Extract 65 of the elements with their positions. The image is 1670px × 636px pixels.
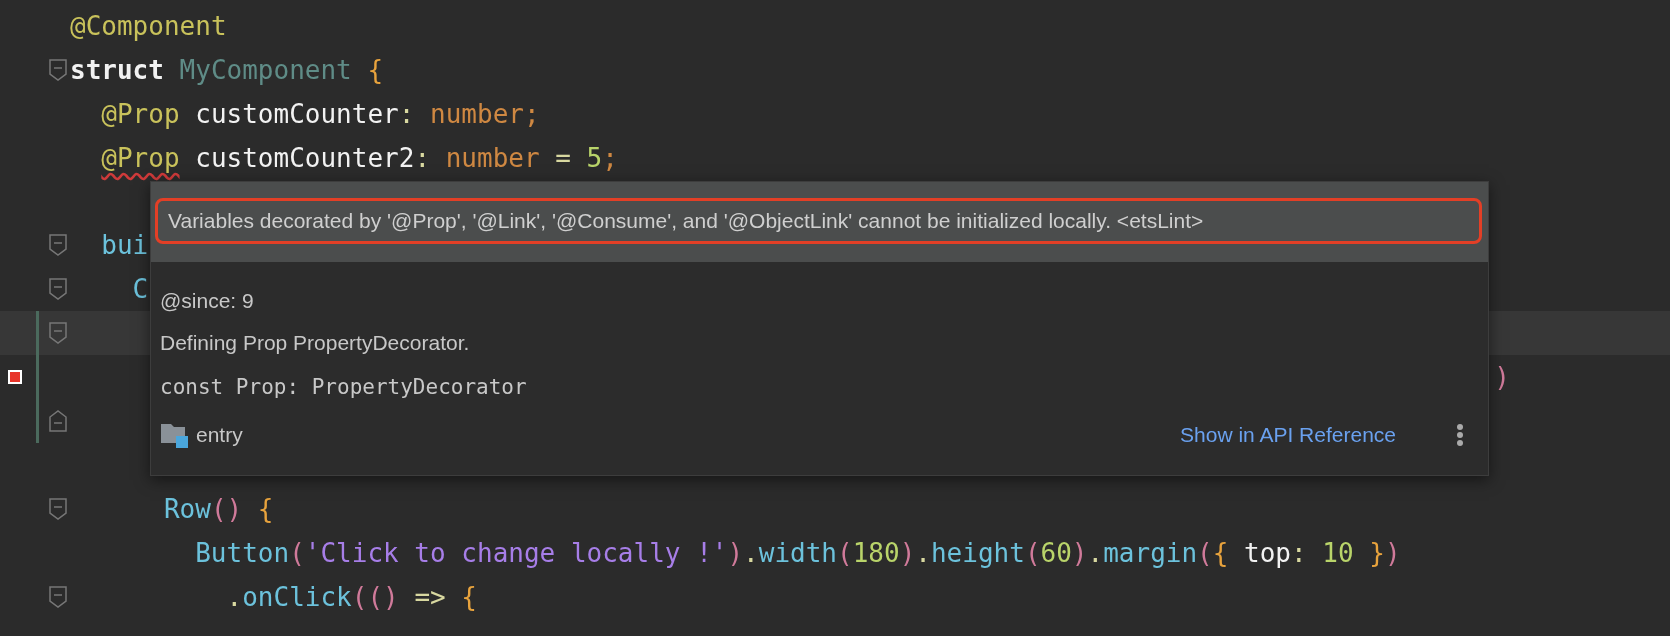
- code-token: {: [1212, 537, 1229, 568]
- code-token: C: [132, 274, 149, 305]
- code-token: margin: [1103, 537, 1198, 568]
- code-token: (): [210, 493, 243, 524]
- code-token: bui: [101, 230, 149, 261]
- code-token: 180: [852, 537, 900, 568]
- folder-icon: [160, 421, 190, 449]
- api-reference-link[interactable]: Show in API Reference: [1180, 423, 1396, 447]
- breakpoint-marker[interactable]: [8, 370, 22, 385]
- code-token: }: [1368, 537, 1385, 568]
- fold-icon[interactable]: [47, 584, 68, 609]
- code-token: customCounter: [194, 98, 399, 129]
- code-token: :: [414, 142, 431, 173]
- code-token: (: [289, 537, 305, 568]
- fold-icon[interactable]: [47, 496, 68, 521]
- more-icon[interactable]: [1456, 423, 1464, 447]
- lint-message: Variables decorated by '@Prop', '@Link', '@Consume', and '@ObjectLink' cannot be initialized locally. <etsLint>: [155, 198, 1482, 244]
- fold-icon[interactable]: [47, 233, 68, 258]
- code-token: :: [1291, 537, 1307, 568]
- code-token: MyComponent: [178, 54, 352, 85]
- fold-icon[interactable]: [47, 277, 68, 302]
- code-token: =>: [413, 581, 446, 612]
- fold-icon[interactable]: [47, 408, 68, 433]
- code-token: Row: [163, 493, 211, 524]
- description-text: Defining Prop PropertyDecorator.: [160, 330, 471, 356]
- code-token: ): [1071, 537, 1088, 568]
- code-token: @Prop: [101, 142, 180, 173]
- code-token: ;: [602, 142, 618, 173]
- code-token: number;: [429, 98, 540, 129]
- code-token: top: [1243, 537, 1292, 568]
- code-token: @Prop: [101, 98, 180, 129]
- module-name: entry: [196, 423, 243, 447]
- code-token: ): [727, 537, 744, 568]
- fold-icon[interactable]: [47, 321, 68, 346]
- code-token: 60: [1040, 537, 1072, 568]
- code-token: height: [930, 537, 1025, 568]
- code-token: 10: [1321, 537, 1354, 568]
- code-token: :: [398, 98, 415, 129]
- code-token: 'Click to change locally !': [304, 537, 728, 568]
- code-token: customCounter2: [194, 142, 415, 173]
- fold-icon[interactable]: [47, 57, 68, 82]
- code-token: .: [1087, 537, 1104, 568]
- code-token: onClick: [242, 581, 352, 612]
- code-token: ): [1384, 537, 1401, 568]
- code-token: (: [837, 537, 853, 568]
- code-token: .: [915, 537, 931, 568]
- code-token: @Component: [70, 10, 227, 41]
- code-token: number: [444, 142, 540, 173]
- code-token: (: [1197, 537, 1213, 568]
- code-token: ): [899, 537, 916, 568]
- code-token: .: [743, 537, 759, 568]
- code-token: struct: [70, 54, 164, 85]
- code-token: .: [226, 581, 243, 612]
- code-token: width: [758, 537, 838, 568]
- code-token: ): [1494, 362, 1510, 393]
- code-token: 5: [585, 142, 603, 173]
- signature-text: const Prop: PropertyDecorator: [160, 374, 528, 401]
- code-token: {: [460, 581, 477, 612]
- code-token: Button: [195, 537, 290, 568]
- code-token: ((): [351, 581, 399, 612]
- code-token: =: [554, 142, 571, 173]
- code-token: (: [1024, 537, 1041, 568]
- since-text: @since: 9: [160, 288, 255, 314]
- code-token: {: [366, 54, 384, 85]
- code-token: {: [256, 493, 274, 524]
